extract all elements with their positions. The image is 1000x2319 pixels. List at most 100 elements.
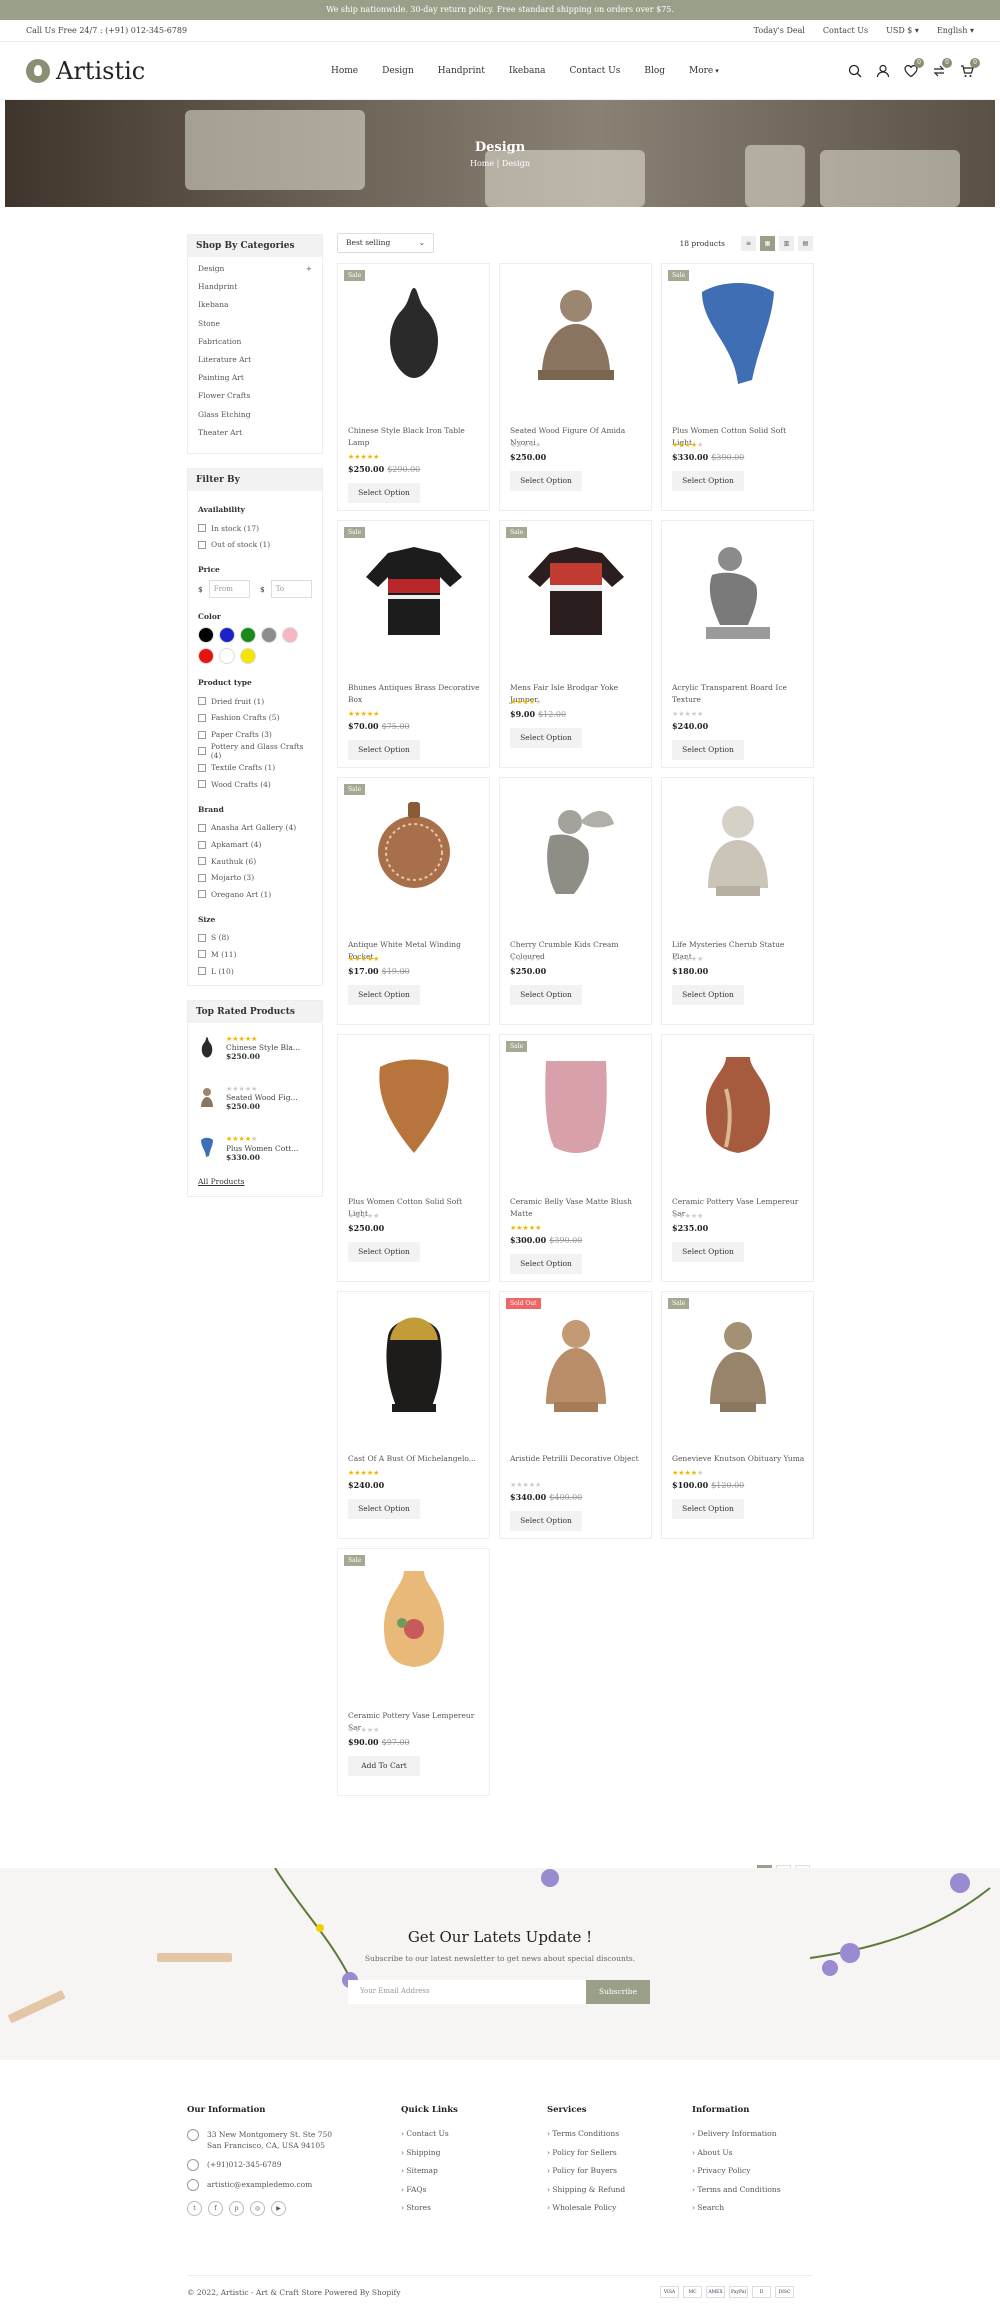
footer-link[interactable]: Policy for Sellers — [547, 2148, 625, 2167]
select-option-button[interactable]: Select Option — [348, 1499, 420, 1519]
size-option[interactable]: L (10) — [198, 963, 312, 980]
checkbox[interactable] — [198, 697, 206, 706]
footer-link[interactable]: About Us — [692, 2148, 781, 2167]
color-swatch-red[interactable] — [198, 648, 214, 665]
category-item[interactable]: Fabrication — [198, 337, 312, 355]
category-item[interactable]: Stone — [198, 319, 312, 337]
type-option[interactable]: Fashion Crafts (5) — [198, 710, 312, 727]
brand-option[interactable]: Oregano Art (1) — [198, 886, 312, 903]
footer-link[interactable]: Wholesale Policy — [547, 2203, 625, 2222]
brand-option[interactable]: Anasha Art Gallery (4) — [198, 820, 312, 837]
product-card[interactable]: Sale Genevieve Knutson Obituary Yuma ★★★★★… — [661, 1291, 814, 1539]
product-card[interactable]: Sale Antique White Metal Winding Pocket ★★… — [337, 777, 490, 1025]
select-option-button[interactable]: Select Option — [348, 483, 420, 503]
product-image[interactable] — [682, 1306, 794, 1416]
price-from-input[interactable]: From — [208, 580, 250, 599]
product-image[interactable] — [358, 535, 470, 645]
category-item[interactable]: Handprint — [198, 282, 312, 300]
checkbox[interactable] — [198, 933, 206, 942]
select-option-button[interactable]: Select Option — [672, 1242, 744, 1262]
select-option-button[interactable]: Add To Cart — [348, 1756, 420, 1776]
type-option[interactable]: Dried fruit (1) — [198, 693, 312, 710]
select-option-button[interactable]: Select Option — [510, 1254, 582, 1274]
top-rated-item[interactable]: ★★★★★ Plus Women Cott... $330.00 — [188, 1123, 322, 1173]
nav-blog[interactable]: Blog — [644, 66, 665, 76]
product-name[interactable]: Bhunes Antiques Brass Decorative Box — [348, 682, 481, 706]
checkbox[interactable] — [198, 713, 206, 722]
color-swatch-green[interactable] — [240, 627, 256, 644]
checkbox[interactable] — [198, 540, 206, 549]
product-card[interactable]: Cast Of A Bust Of Michelangelo... ★★★★★ $2… — [337, 1291, 490, 1539]
category-item[interactable]: Ikebana — [198, 300, 312, 318]
checkbox[interactable] — [198, 780, 206, 789]
color-swatch-grey[interactable] — [261, 627, 277, 644]
checkbox[interactable] — [198, 857, 206, 866]
select-option-button[interactable]: Select Option — [510, 985, 582, 1005]
product-name[interactable]: Aristide Petrilli Decorative Object — [510, 1453, 643, 1465]
checkbox[interactable] — [198, 890, 206, 899]
select-option-button[interactable]: Select Option — [672, 471, 744, 491]
product-card[interactable]: Sale Ceramic Pottery Vase Lempereur Sar ★★… — [337, 1548, 490, 1796]
footer-link[interactable]: Sitemap — [401, 2166, 458, 2185]
facebook-icon[interactable]: f — [208, 2201, 223, 2216]
top-rated-item[interactable]: ★★★★★ Seated Wood Fig... $250.00 — [188, 1073, 322, 1123]
type-option[interactable]: Pottery and Glass Crafts (4) — [198, 742, 312, 760]
currency-select[interactable]: USD $ ▾ — [886, 26, 919, 35]
product-name[interactable]: Acrylic Transparent Board Ice Texture — [672, 682, 805, 706]
category-item[interactable]: Flower Crafts — [198, 391, 312, 409]
footer-link[interactable]: Search — [692, 2203, 781, 2222]
product-card[interactable]: Life Mysteries Cherub Statue Plant ★★★★★ $… — [661, 777, 814, 1025]
compare-button[interactable]: 0 — [932, 57, 952, 78]
todays-deal-link[interactable]: Today's Deal — [754, 26, 805, 35]
product-card[interactable]: Seated Wood Figure Of Amida Nyorai ★★★★★ $… — [499, 263, 652, 511]
checkbox[interactable] — [198, 763, 206, 772]
checkbox[interactable] — [198, 747, 206, 756]
product-card[interactable]: Sale Chinese Style Black Iron Table Lamp ★… — [337, 263, 490, 511]
product-name[interactable]: Cast Of A Bust Of Michelangelo... — [348, 1453, 481, 1465]
search-icon[interactable] — [848, 64, 862, 78]
product-image[interactable] — [358, 1306, 470, 1416]
nav-handprint[interactable]: Handprint — [438, 66, 485, 76]
contact-link[interactable]: Contact Us — [823, 26, 868, 35]
color-swatch-white[interactable] — [219, 648, 235, 665]
checkbox[interactable] — [198, 524, 206, 533]
product-card[interactable]: Sold Out Aristide Petrilli Decorative Obj… — [499, 1291, 652, 1539]
product-name[interactable]: Ceramic Belly Vase Matte Blush Matte — [510, 1196, 643, 1220]
checkbox[interactable] — [198, 730, 206, 739]
product-image[interactable] — [682, 1049, 794, 1159]
category-item[interactable]: Painting Art — [198, 373, 312, 391]
product-card[interactable]: Acrylic Transparent Board Ice Texture ★★★… — [661, 520, 814, 768]
product-card[interactable]: Sale Bhunes Antiques Brass Decorative Box… — [337, 520, 490, 768]
footer-link[interactable]: Contact Us — [401, 2129, 458, 2148]
plus-icon[interactable]: + — [306, 264, 312, 282]
email-text[interactable]: artistic@exampledemo.com — [207, 2179, 312, 2191]
footer-link[interactable]: Privacy Policy — [692, 2166, 781, 2185]
select-option-button[interactable]: Select Option — [348, 740, 420, 760]
select-option-button[interactable]: Select Option — [510, 471, 582, 491]
footer-link[interactable]: Policy for Buyers — [547, 2166, 625, 2185]
product-card[interactable]: Plus Women Cotton Solid Soft Light ★★★★★ $… — [337, 1034, 490, 1282]
product-name[interactable]: Chinese Style Black Iron Table Lamp — [348, 425, 481, 449]
top-rated-item[interactable]: ★★★★★ Chinese Style Bla... $250.00 — [188, 1023, 322, 1073]
product-card[interactable]: Sale Mens Fair Isle Brodgar Yoke Jumper ★★… — [499, 520, 652, 768]
category-item[interactable]: Theater Art — [198, 428, 312, 446]
sort-select[interactable]: Best selling ⌄ — [337, 233, 434, 253]
color-swatch-black[interactable] — [198, 627, 214, 644]
product-image[interactable] — [358, 792, 470, 902]
product-image[interactable] — [520, 535, 632, 645]
product-image[interactable] — [520, 1306, 632, 1416]
list-view-icon[interactable]: ≡ — [741, 235, 756, 251]
nav-more[interactable]: More ▾ — [689, 66, 719, 76]
select-option-button[interactable]: Select Option — [510, 728, 582, 748]
select-option-button[interactable]: Select Option — [348, 985, 420, 1005]
product-image[interactable] — [358, 1049, 470, 1159]
product-image[interactable] — [358, 278, 470, 388]
nav-contact[interactable]: Contact Us — [570, 66, 621, 76]
pinterest-icon[interactable]: p — [229, 2201, 244, 2216]
size-option[interactable]: S (8) — [198, 930, 312, 947]
cart-button[interactable]: 0 — [960, 57, 980, 78]
product-card[interactable]: Sale Plus Women Cotton Solid Soft Light ★★… — [661, 263, 814, 511]
brand-option[interactable]: Mojarto (3) — [198, 869, 312, 886]
category-item[interactable]: Literature Art — [198, 355, 312, 373]
subscribe-button[interactable]: Subscribe — [586, 1980, 650, 2004]
